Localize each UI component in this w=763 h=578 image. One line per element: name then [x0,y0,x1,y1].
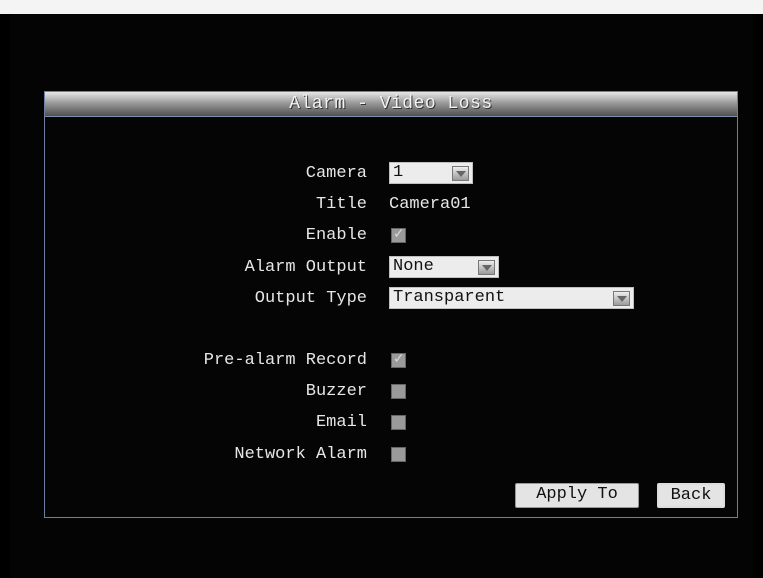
network-alarm-checkbox[interactable] [391,447,406,462]
dialog-title: Alarm - Video Loss [289,94,493,114]
enable-label: Enable [305,226,367,245]
output-type-select[interactable]: Transparent [389,287,634,309]
enable-checkbox[interactable] [391,226,406,243]
email-checkbox[interactable] [391,415,406,430]
alarm-video-loss-dialog: Alarm - Video Loss Camera 1 Title Camera… [44,91,738,518]
alarm-output-select[interactable]: None [389,256,499,278]
pre-alarm-record-checkbox[interactable] [391,351,406,368]
buzzer-label: Buzzer [305,382,367,401]
top-strip [0,0,763,14]
pre-alarm-record-label: Pre-alarm Record [203,351,367,370]
alarm-output-value: None [393,257,434,276]
chevron-down-icon[interactable] [452,166,469,181]
chevron-down-icon[interactable] [613,291,630,306]
back-button[interactable]: Back [657,483,725,508]
output-type-value: Transparent [393,288,506,307]
output-type-label: Output Type [254,289,367,308]
dialog-title-bar: Alarm - Video Loss [45,92,737,117]
network-alarm-label: Network Alarm [234,445,367,464]
apply-to-button[interactable]: Apply To [515,483,639,508]
chevron-down-icon[interactable] [478,260,495,275]
title-value: Camera01 [389,195,471,214]
buzzer-checkbox[interactable] [391,384,406,399]
camera-value: 1 [393,163,404,182]
title-label: Title [315,195,367,214]
email-label: Email [315,413,367,432]
camera-select[interactable]: 1 [389,162,473,184]
camera-label: Camera [305,164,367,183]
alarm-output-label: Alarm Output [244,258,367,277]
